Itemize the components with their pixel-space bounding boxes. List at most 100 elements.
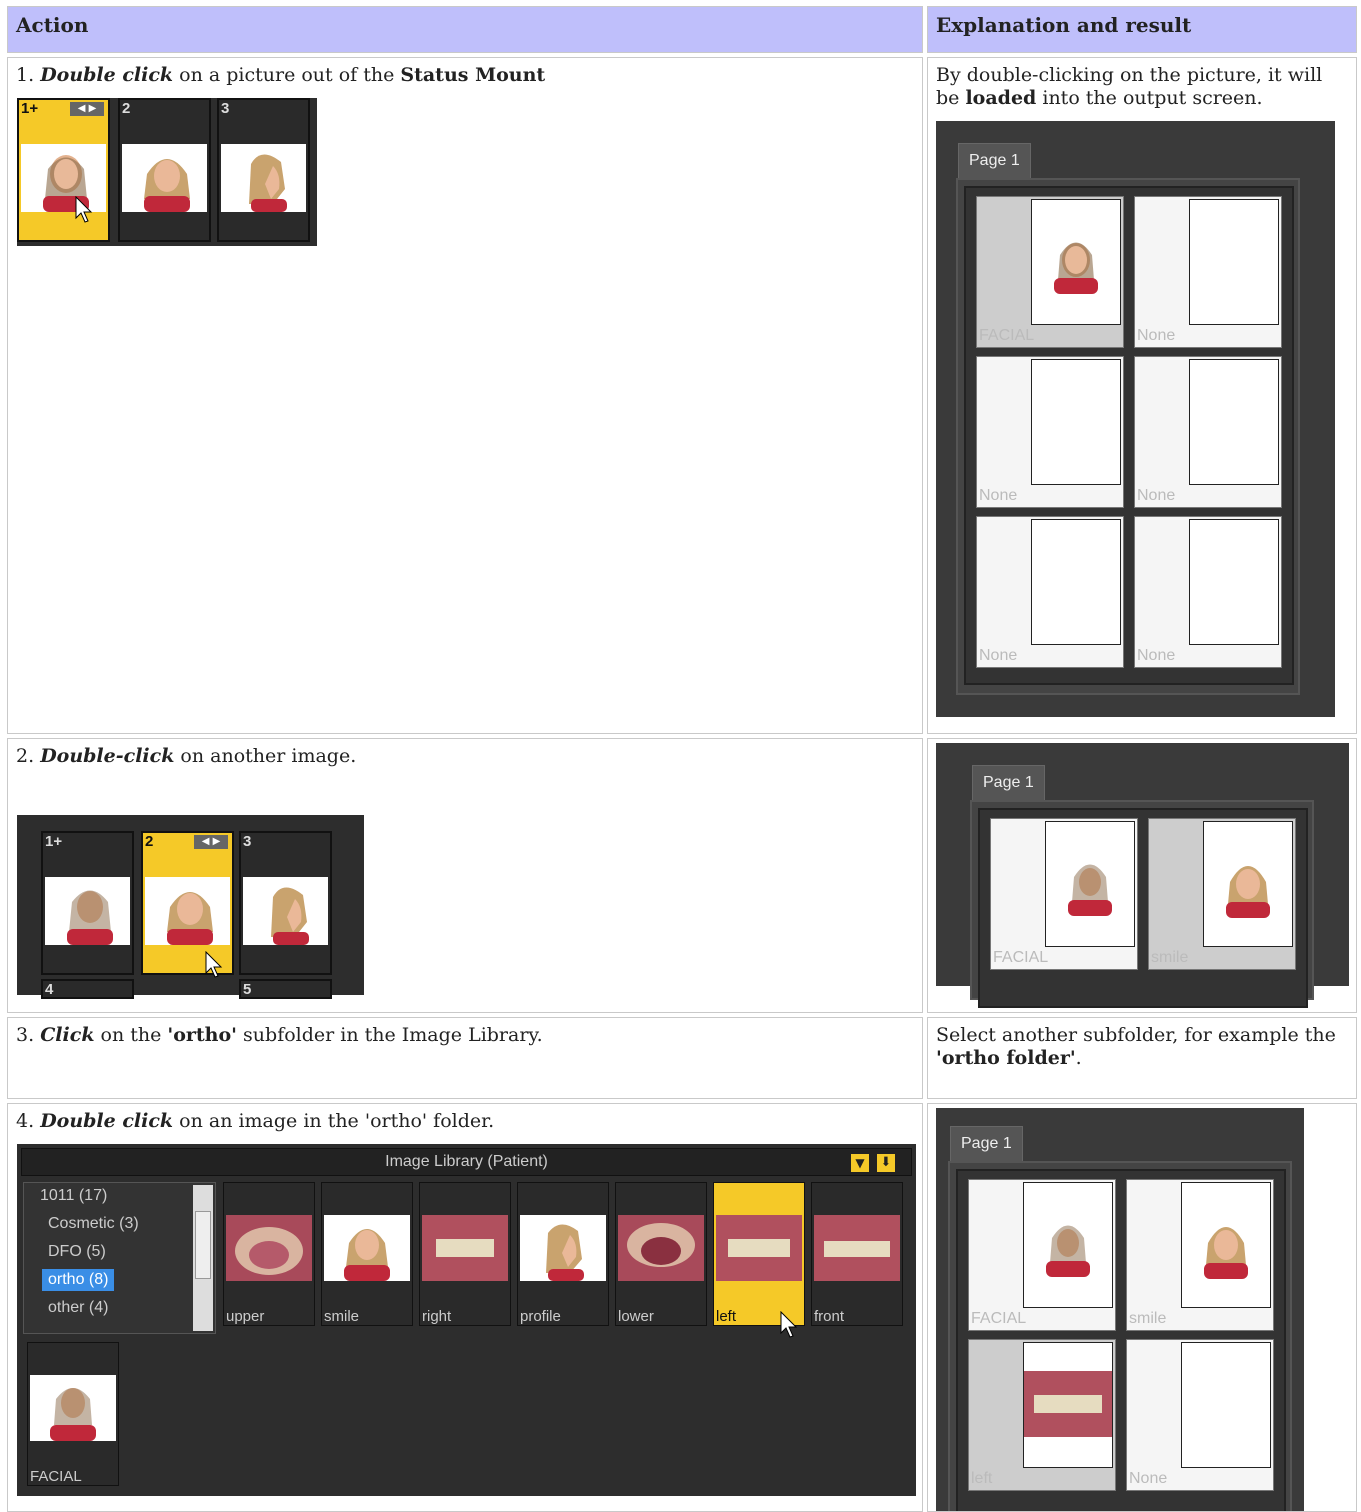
mount2-thumb-3[interactable]: 3 <box>239 831 332 975</box>
thumb-number: 2 <box>122 100 131 117</box>
mount2-thumb-1[interactable]: 1+ <box>41 831 134 975</box>
tree-item-dfo[interactable]: DFO (5) <box>48 1243 106 1261</box>
tab-page-1[interactable]: Page 1 <box>950 1126 1023 1161</box>
profile-icon <box>520 1215 606 1281</box>
header-action: Action <box>7 6 923 53</box>
download-arrow-icon[interactable]: ⬇ <box>877 1154 895 1172</box>
output-screen-4: Page 1 FACIAL smile left None <box>936 1108 1304 1511</box>
face-icon <box>43 155 89 212</box>
tree-item-root[interactable]: 1011 (17) <box>40 1187 107 1205</box>
row4-action: 4. Double click on an image in the 'orth… <box>7 1103 923 1512</box>
filter-icon[interactable]: ▼ <box>851 1154 869 1172</box>
library-thumb[interactable]: profile <box>517 1182 609 1326</box>
face-icon <box>167 892 213 945</box>
profile-icon <box>249 154 287 212</box>
face-icon <box>1204 1227 1248 1279</box>
mount1-thumb-1[interactable]: 1+ ◀ ▶ <box>17 98 110 242</box>
face-icon <box>324 1215 410 1281</box>
output-slot[interactable]: None <box>1126 1339 1274 1491</box>
teeth-icon <box>226 1215 312 1281</box>
output-slot[interactable]: None <box>1134 356 1282 508</box>
tree-scrollbar[interactable] <box>193 1185 213 1331</box>
tree-item-other[interactable]: other (4) <box>48 1299 108 1317</box>
row3-result-text: Select another subfolder, for example th… <box>936 1024 1336 1069</box>
library-thumb[interactable]: FACIAL <box>27 1342 119 1486</box>
library-thumb[interactable]: smile <box>321 1182 413 1326</box>
library-title-bar: Image Library (Patient) ▼ ⬇ <box>21 1148 912 1176</box>
output-slot[interactable]: None <box>976 516 1124 668</box>
output-slot[interactable]: smile <box>1126 1179 1274 1331</box>
row1-text: 1. Double click on a picture out of the … <box>16 64 546 86</box>
page-frame: FACIAL smile <box>970 800 1314 1008</box>
thumb-number: 1+ <box>21 100 39 117</box>
output-slot[interactable]: smile <box>1148 818 1296 970</box>
mount1-thumb-3[interactable]: 3 <box>217 98 310 242</box>
page-inner: FACIAL smile <box>978 808 1308 1008</box>
library-title: Image Library (Patient) <box>385 1153 548 1170</box>
teeth-icon <box>1024 1371 1112 1437</box>
mount2-thumb-5[interactable]: 5 <box>239 979 332 999</box>
page-inner: FACIAL smile left None <box>956 1169 1286 1511</box>
cursor-icon <box>205 951 223 978</box>
status-mount-2: 1+ 2 ◀ ▶ 3 4 5 <box>17 815 364 999</box>
image-library-panel: Image Library (Patient) ▼ ⬇ 1011 (17) Co… <box>17 1144 916 1496</box>
library-thumb[interactable]: lower <box>615 1182 707 1326</box>
header-result: Explanation and result <box>927 6 1357 53</box>
teeth-icon <box>618 1215 704 1281</box>
output-slot[interactable]: None <box>1134 516 1282 668</box>
patient-photo <box>221 144 306 212</box>
mount2-thumb-2[interactable]: 2 ◀ ▶ <box>141 831 234 978</box>
folder-tree: 1011 (17) Cosmetic (3) DFO (5) ortho (8)… <box>23 1182 216 1334</box>
teeth-icon <box>716 1215 802 1281</box>
output-slot[interactable]: left <box>968 1339 1116 1491</box>
face-icon <box>1054 242 1098 294</box>
output-slot[interactable]: None <box>1134 196 1282 348</box>
output-slot[interactable]: FACIAL <box>976 196 1124 348</box>
output-slot[interactable]: None <box>976 356 1124 508</box>
tree-item-cosmetic[interactable]: Cosmetic (3) <box>48 1215 139 1233</box>
output-screen-1: Page 1 FACIAL None None None None None <box>936 121 1335 717</box>
row3-result: Select another subfolder, for example th… <box>927 1017 1357 1099</box>
row4-result: Page 1 FACIAL smile left None <box>927 1103 1357 1512</box>
cursor-icon <box>780 1311 798 1338</box>
library-thumb[interactable]: right <box>419 1182 511 1326</box>
row2-result: Page 1 FACIAL smile <box>927 738 1357 1013</box>
face-icon <box>1068 864 1112 916</box>
thumb-number: 3 <box>221 100 230 117</box>
page-inner: FACIAL None None None None None <box>964 186 1294 685</box>
face-icon <box>67 890 113 945</box>
library-thumb[interactable]: front <box>811 1182 903 1326</box>
face-icon <box>1226 866 1270 918</box>
face-icon <box>1046 1225 1090 1277</box>
library-thumb[interactable]: upper <box>223 1182 315 1326</box>
cursor-icon <box>75 196 93 223</box>
row4-text: 4. Double click on an image in the 'orth… <box>16 1110 495 1132</box>
output-slot[interactable]: FACIAL <box>968 1179 1116 1331</box>
row1-action: 1. Double click on a picture out of the … <box>7 57 923 734</box>
status-mount-1: 1+ ◀ ▶ 2 3 <box>17 98 317 246</box>
row1-result: By double-clicking on the picture, it wi… <box>927 57 1357 734</box>
tab-page-1[interactable]: Page 1 <box>958 143 1031 178</box>
output-slot[interactable]: FACIAL <box>990 818 1138 970</box>
patient-photo <box>21 144 106 212</box>
nav-arrows-icon[interactable]: ◀ ▶ <box>194 835 228 849</box>
teeth-icon <box>422 1215 508 1281</box>
tree-item-ortho[interactable]: ortho (8) <box>42 1269 115 1291</box>
row1-result-text: By double-clicking on the picture, it wi… <box>936 64 1323 109</box>
face-icon <box>144 159 190 212</box>
nav-arrows-icon[interactable]: ◀ ▶ <box>70 102 104 116</box>
row3-text: 3. Click on the 'ortho' subfolder in the… <box>16 1024 543 1046</box>
row3-action: 3. Click on the 'ortho' subfolder in the… <box>7 1017 923 1099</box>
face-icon <box>30 1375 116 1441</box>
mount2-thumb-4[interactable]: 4 <box>41 979 134 999</box>
mount1-thumb-2[interactable]: 2 <box>118 98 211 242</box>
patient-photo <box>122 144 207 212</box>
output-screen-2: Page 1 FACIAL smile <box>936 743 1349 1008</box>
header-action-label: Action <box>16 13 89 37</box>
tab-page-1[interactable]: Page 1 <box>972 765 1045 800</box>
page-frame: FACIAL None None None None None <box>956 178 1300 695</box>
row2-text: 2. Double-click on another image. <box>16 745 357 767</box>
row2-action: 2. Double-click on another image. 1+ 2 ◀ … <box>7 738 923 1013</box>
profile-icon <box>271 887 309 945</box>
library-thumb-selected[interactable]: left <box>713 1182 805 1338</box>
